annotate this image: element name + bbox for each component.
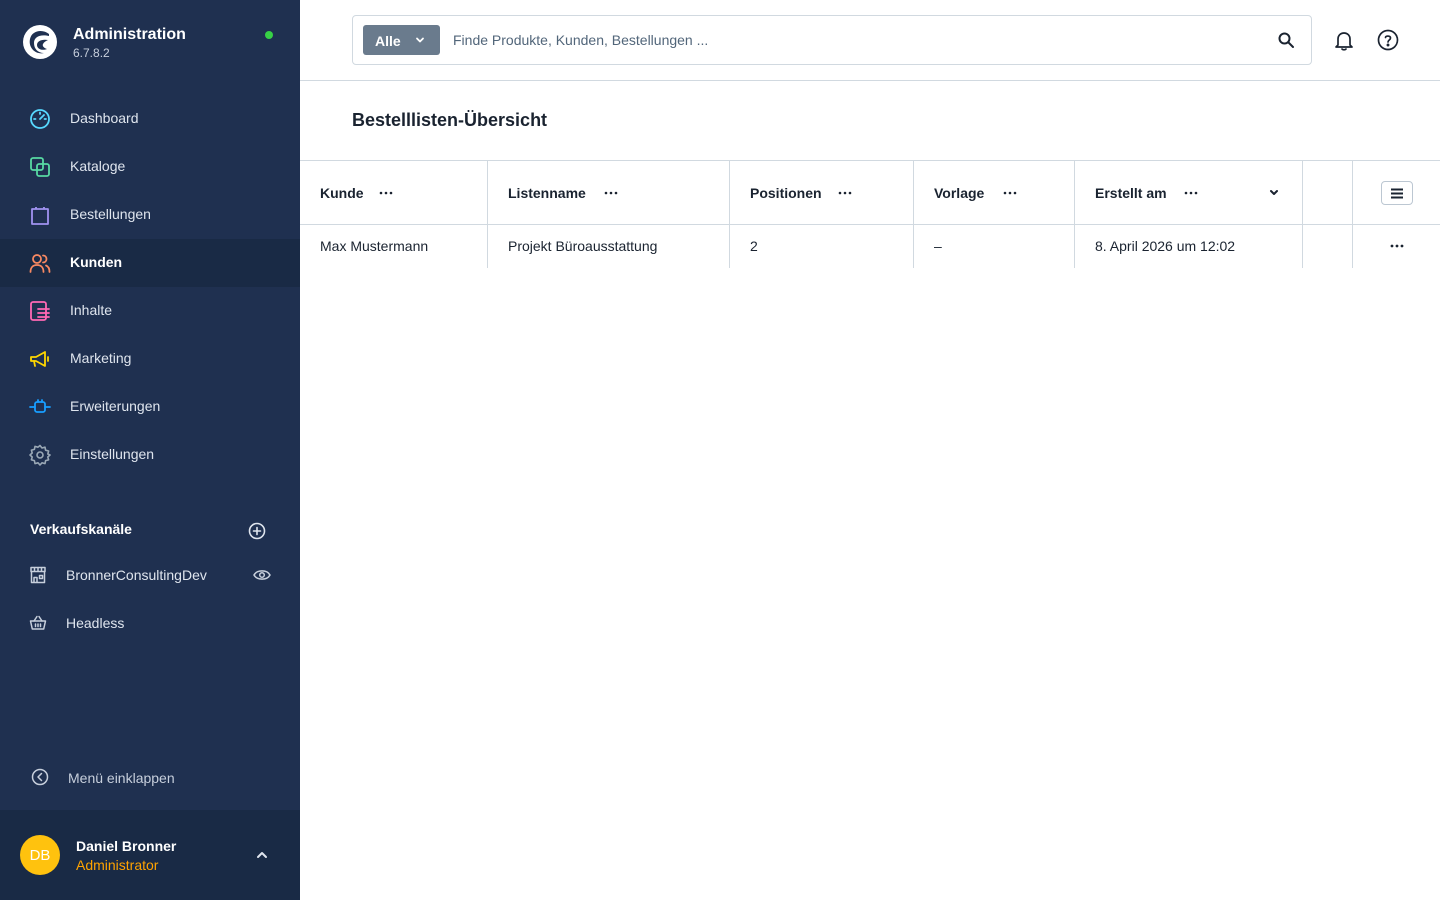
content-icon xyxy=(30,301,50,321)
sidebar-item-label: Kataloge xyxy=(70,158,126,174)
column-header-template[interactable]: Vorlage xyxy=(913,161,1075,224)
megaphone-icon xyxy=(30,351,49,367)
avatar: DB xyxy=(20,835,60,875)
page-title: Bestelllisten-Übersicht xyxy=(352,110,548,130)
table-row[interactable]: Max Mustermann Projekt Büroausstattung 2… xyxy=(300,225,1440,268)
shopware-logo-icon xyxy=(23,25,57,59)
main-navigation: Dashboard Kataloge Bestellungen Kunden I… xyxy=(0,95,300,479)
column-header-created-at[interactable]: Erstellt am xyxy=(1074,161,1303,224)
search-icon[interactable] xyxy=(1277,31,1295,49)
column-header-spacer xyxy=(1302,161,1353,224)
template-value: – xyxy=(934,238,942,254)
user-role: Administrator xyxy=(76,857,159,873)
list-name: Projekt Büroausstattung xyxy=(508,238,658,254)
column-header-customer[interactable]: Kunde xyxy=(300,161,488,224)
customers-icon xyxy=(29,254,51,273)
row-actions-icon[interactable] xyxy=(1389,238,1405,254)
sidebar-item-catalogs[interactable]: Kataloge xyxy=(0,143,300,191)
cell-positions: 2 xyxy=(729,225,914,268)
search-type-dropdown[interactable]: Alle xyxy=(363,25,440,55)
app-title: Administration xyxy=(73,26,186,43)
sidebar-item-label: Einstellungen xyxy=(70,446,155,462)
cell-created-at: 8. April 2026 um 12:02 xyxy=(1074,225,1303,268)
sales-channel-label: Headless xyxy=(66,615,125,631)
sidebar-item-orders[interactable]: Bestellungen xyxy=(0,191,300,239)
sidebar-item-content[interactable]: Inhalte xyxy=(0,287,300,335)
collapse-menu-button[interactable]: Menü einklappen xyxy=(0,760,300,796)
column-header-label: Kunde xyxy=(320,185,364,201)
grid-header-row: Kunde Listenname Positionen Vorlage Erst… xyxy=(300,160,1440,225)
gear-icon xyxy=(29,444,51,466)
dashboard-icon xyxy=(30,109,50,129)
sales-channel-item[interactable]: BronnerConsultingDev xyxy=(0,555,300,595)
cell-spacer xyxy=(1302,225,1353,268)
cell-customer: Max Mustermann xyxy=(300,225,488,268)
created-date: 8. April 2026 um 12:02 xyxy=(1095,238,1236,254)
cell-list-name: Projekt Büroausstattung xyxy=(487,225,730,268)
column-header-label: Positionen xyxy=(750,185,822,201)
column-header-label: Erstellt am xyxy=(1095,185,1167,201)
column-header-label: Listenname xyxy=(508,185,586,201)
storefront-icon xyxy=(30,566,46,584)
grid-settings-button[interactable] xyxy=(1381,181,1413,205)
sales-channel-item[interactable]: Headless xyxy=(0,603,300,643)
sidebar-item-customers[interactable]: Kunden xyxy=(0,239,300,287)
positions-count: 2 xyxy=(750,238,758,254)
user-name: Daniel Bronner xyxy=(76,838,177,854)
basket-icon xyxy=(29,615,47,630)
search-type-label: Alle xyxy=(375,33,401,49)
chevron-up-icon xyxy=(257,852,267,858)
customer-name: Max Mustermann xyxy=(320,238,429,254)
user-menu[interactable]: DB Daniel Bronner Administrator xyxy=(0,810,300,900)
sales-channels-label: Verkaufskanäle xyxy=(30,521,132,537)
sidebar-item-extensions[interactable]: Erweiterungen xyxy=(0,383,300,431)
sidebar: Administration 6.7.8.2 Dashboard Katalog… xyxy=(0,0,300,900)
sales-channel-label: BronnerConsultingDev xyxy=(66,567,207,583)
eye-icon[interactable] xyxy=(253,568,271,582)
shopping-bag-icon xyxy=(31,207,49,225)
column-options-icon[interactable] xyxy=(378,185,394,201)
column-options-icon[interactable] xyxy=(837,185,853,201)
sidebar-item-label: Erweiterungen xyxy=(70,398,161,414)
status-indicator xyxy=(265,31,273,39)
menu-lines-icon xyxy=(1391,188,1403,199)
column-header-positions[interactable]: Positionen xyxy=(729,161,914,224)
plug-icon xyxy=(29,399,51,413)
add-circle-icon[interactable] xyxy=(248,522,266,540)
column-options-icon[interactable] xyxy=(603,185,619,201)
sidebar-item-settings[interactable]: Einstellungen xyxy=(0,431,300,479)
chevron-left-circle-icon xyxy=(31,768,49,786)
sidebar-item-marketing[interactable]: Marketing xyxy=(0,335,300,383)
sidebar-item-label: Inhalte xyxy=(70,302,113,318)
column-header-list-name[interactable]: Listenname xyxy=(487,161,730,224)
sidebar-item-dashboard[interactable]: Dashboard xyxy=(0,95,300,143)
collapse-menu-label: Menü einklappen xyxy=(68,770,175,786)
column-header-label: Vorlage xyxy=(934,185,985,201)
sidebar-item-label: Bestellungen xyxy=(70,206,151,222)
chevron-down-icon xyxy=(416,37,424,43)
app-version: 6.7.8.2 xyxy=(73,46,110,60)
global-search: Alle xyxy=(352,15,1312,65)
sales-channels-heading: Verkaufskanäle xyxy=(30,521,270,541)
sidebar-item-label: Marketing xyxy=(70,350,132,366)
column-header-actions xyxy=(1352,161,1440,224)
cell-actions xyxy=(1352,225,1440,268)
catalog-icon xyxy=(30,157,50,177)
brand-header: Administration 6.7.8.2 xyxy=(22,24,282,64)
help-icon[interactable] xyxy=(1377,29,1399,51)
top-bar: Alle xyxy=(300,0,1440,81)
search-input[interactable] xyxy=(453,28,1253,52)
sort-descending-icon[interactable] xyxy=(1269,189,1279,197)
column-options-icon[interactable] xyxy=(1183,185,1199,201)
order-lists-grid: Kunde Listenname Positionen Vorlage Erst… xyxy=(300,160,1440,268)
column-options-icon[interactable] xyxy=(1002,185,1018,201)
sidebar-item-label: Kunden xyxy=(70,254,123,270)
notification-bell-icon[interactable] xyxy=(1333,29,1355,51)
sidebar-item-label: Dashboard xyxy=(70,110,139,126)
cell-template: – xyxy=(913,225,1075,268)
